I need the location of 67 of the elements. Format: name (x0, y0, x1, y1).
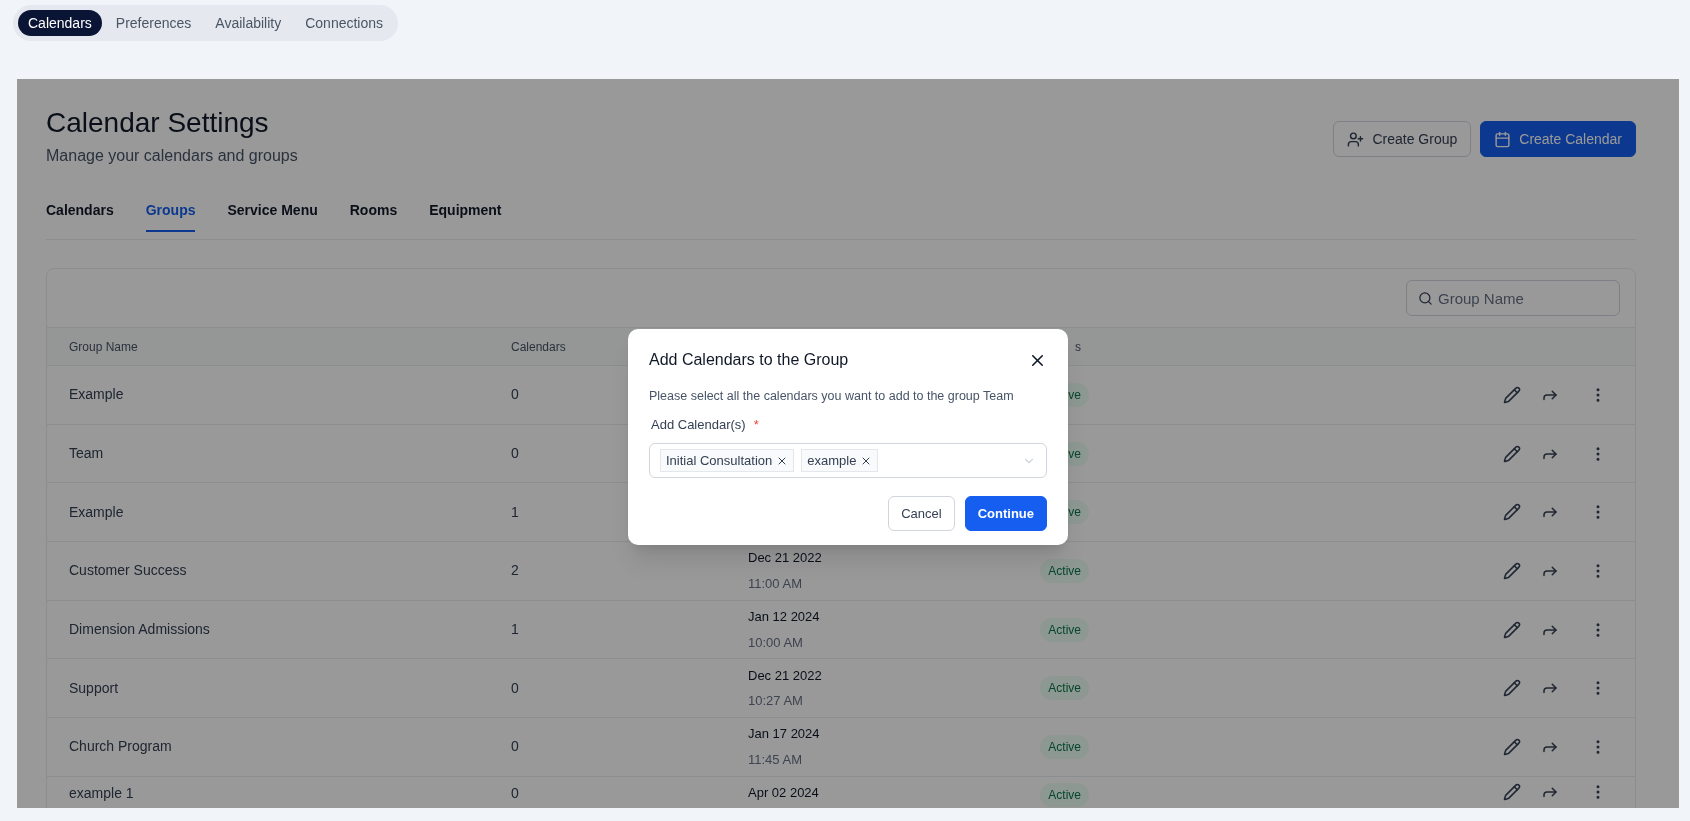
edit-icon[interactable] (1503, 444, 1521, 463)
status-badge: Active (1040, 617, 1089, 642)
table-cell-text: Example (69, 385, 124, 405)
edit-icon[interactable] (1503, 503, 1521, 522)
tab[interactable]: Equipment (429, 200, 502, 232)
edit-icon[interactable] (1503, 737, 1521, 756)
time-text: 11:45 AM (748, 750, 802, 769)
continue-button[interactable]: Continue (964, 496, 1047, 532)
create-calendar-button[interactable]: Create Calendar (1480, 121, 1636, 157)
tab[interactable]: Calendars (46, 200, 114, 232)
selected-tag: example (801, 449, 879, 473)
dialog-title: Add Calendars to the Group (649, 350, 849, 370)
table-cell-text: 1 (511, 502, 519, 522)
table-cell-text: 0 (511, 385, 519, 405)
user-plus-icon (1347, 130, 1365, 148)
status-badge: Active (1040, 782, 1089, 807)
search-icon (1418, 291, 1433, 306)
table-cell-text: Customer Success (69, 561, 187, 581)
edit-icon[interactable] (1503, 385, 1521, 404)
status-badge: Active (1040, 558, 1089, 583)
column-header: s (1075, 338, 1081, 356)
dialog-description: Please select all the calendars you want to add to the group Team (649, 388, 1015, 405)
table-cell-text: 0 (511, 737, 519, 757)
table-cell-text: Team (69, 444, 104, 464)
field-label: Add Calendar(s) (651, 415, 746, 434)
tab[interactable]: Rooms (349, 200, 398, 232)
table-cell-text: Support (69, 678, 119, 698)
status-badge: Active (1040, 734, 1089, 759)
search-field[interactable]: Group Name (1406, 280, 1620, 316)
edit-icon[interactable] (1503, 561, 1521, 580)
calendar-icon (1494, 130, 1512, 148)
edit-icon[interactable] (1503, 620, 1521, 639)
column-header: Group Name (69, 338, 138, 356)
edit-icon[interactable] (1503, 782, 1521, 801)
required-mark: * (753, 415, 759, 434)
column-header: Calendars (511, 338, 566, 356)
tab[interactable]: Groups (145, 200, 196, 232)
table-cell-text: Church Program (69, 737, 172, 757)
date-text: Jan 12 2024 (748, 608, 820, 627)
selected-tag: Initial Consultation (660, 449, 795, 473)
table-cell-text: Dimension Admissions (69, 620, 210, 640)
page-subtitle: Manage your calendars and groups (46, 146, 298, 166)
time-text: 10:00 AM (748, 633, 803, 652)
table-cell-text: 2 (511, 561, 519, 581)
table-cell-text: 0 (511, 444, 519, 464)
date-text: Dec 21 2022 (748, 549, 822, 568)
table-cell-text: Example (69, 502, 124, 522)
create-group-button[interactable]: Create Group (1333, 121, 1472, 157)
cancel-button[interactable]: Cancel (888, 496, 955, 532)
nav-tab[interactable]: Connections (295, 10, 394, 36)
table-cell-text: example 1 (69, 783, 134, 803)
table-cell-text: 1 (511, 620, 519, 640)
status-badge: Active (1040, 676, 1089, 701)
tab[interactable]: Service Menu (227, 200, 318, 232)
date-text: Apr 02 2024 (748, 783, 819, 802)
edit-icon[interactable] (1503, 679, 1521, 698)
page-title: Calendar Settings (46, 106, 270, 140)
nav-tab[interactable]: Preferences (105, 10, 202, 36)
date-text: Dec 21 2022 (748, 666, 822, 685)
calendar-select[interactable]: Initial Consultation example (649, 443, 1047, 479)
time-text: 11:00 AM (748, 574, 802, 593)
nav-tab[interactable]: Calendars (18, 10, 102, 36)
table-cell-text: 0 (511, 783, 519, 803)
time-text: 10:27 AM (748, 692, 803, 711)
table-cell-text: 0 (511, 678, 519, 698)
date-text: Jan 17 2024 (748, 725, 820, 744)
nav-tab[interactable]: Availability (205, 10, 292, 36)
